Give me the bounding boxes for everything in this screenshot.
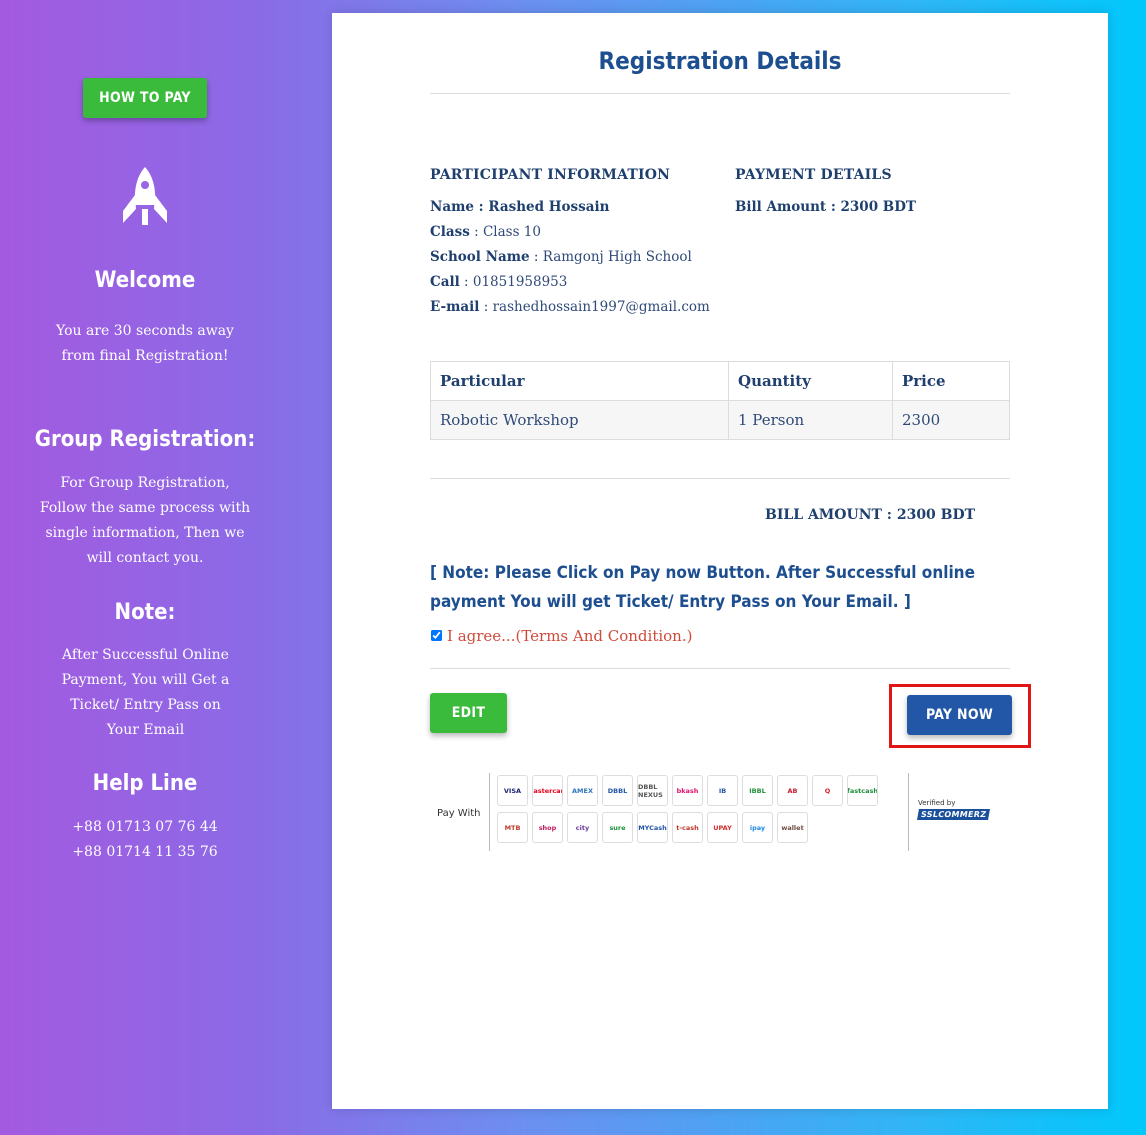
- edit-button[interactable]: EDIT: [430, 693, 507, 733]
- verified-by: Verified by SSLCOMMERZ: [917, 799, 991, 820]
- payment-logo-fastcash: fastcash: [847, 775, 878, 806]
- payment-logo-amex: AMEX: [567, 775, 598, 806]
- table-cell: Robotic Workshop: [430, 400, 729, 440]
- divider: [430, 93, 1010, 94]
- bill-amount: Bill Amount : 2300 BDT: [735, 199, 916, 215]
- payment-note: [ Note: Please Click on Pay now Button. …: [430, 563, 975, 612]
- group-registration-heading: Group Registration:: [34, 427, 256, 452]
- class-label: Class: [430, 224, 470, 240]
- payment-info: Bill Amount : 2300 BDT: [735, 195, 916, 220]
- payment-logo-mycash: MYCash: [637, 812, 668, 843]
- welcome-text: You are 30 seconds away from final Regis…: [56, 323, 234, 364]
- payment-logo-dbbl: DBBL: [602, 775, 633, 806]
- school-label: School Name: [430, 249, 530, 265]
- divider: [489, 773, 490, 851]
- payment-logo-mtb: MTB: [497, 812, 528, 843]
- verified-by-label: Verified by: [918, 799, 956, 807]
- payment-logo-city: city: [567, 812, 598, 843]
- participant-info: Name : Rashed Hossain Class : Class 10 S…: [430, 195, 710, 320]
- welcome-heading: Welcome: [94, 268, 196, 293]
- payment-logo-ib: IB: [707, 775, 738, 806]
- payment-logo-dbbl-nexus: DBBL NEXUS: [637, 775, 668, 806]
- items-table: Particular Quantity Price Robotic Worksh…: [430, 361, 1010, 440]
- payment-logo-mastercard: mastercard: [532, 775, 563, 806]
- rocket-icon: [123, 167, 167, 225]
- email-value: : rashedhossain1997@gmail.com: [479, 299, 710, 315]
- group-registration-text: For Group Registration, Follow the same …: [39, 475, 251, 566]
- phone-number-1: +88 01713 07 76 44: [72, 819, 218, 835]
- divider: [908, 773, 909, 851]
- table-cell: 1 Person: [728, 400, 893, 440]
- payment-logo-q: Q: [812, 775, 843, 806]
- note-heading: Note:: [114, 600, 176, 625]
- table-header-row: Particular Quantity Price: [430, 361, 1010, 401]
- pay-now-highlight: PAY NOW: [889, 684, 1031, 748]
- agree-checkbox[interactable]: [430, 629, 443, 642]
- payment-logo-ipay: ipay: [742, 812, 773, 843]
- payment-logo-shop: shop: [532, 812, 563, 843]
- column-header: Quantity: [728, 361, 893, 401]
- payment-logo-ab: AB: [777, 775, 808, 806]
- payment-logo-wallet: wallet: [777, 812, 808, 843]
- payment-logo-upay: UPAY: [707, 812, 738, 843]
- help-line-heading: Help Line: [92, 771, 198, 796]
- participant-name: Name : Rashed Hossain: [430, 199, 610, 215]
- payment-logo-visa: VISA: [497, 775, 528, 806]
- participant-heading: PARTICIPANT INFORMATION: [430, 167, 671, 183]
- class-value: : Class 10: [469, 224, 541, 240]
- payment-logos: VISAmastercardAMEXDBBLDBBL NEXUSbkashIBI…: [497, 775, 905, 849]
- payment-logo-sure: sure: [602, 812, 633, 843]
- email-label: E-mail: [430, 299, 480, 315]
- payment-heading: PAYMENT DETAILS: [735, 167, 892, 183]
- note-text: After Successful Online Payment, You wil…: [61, 647, 230, 738]
- payment-logo-t-cash: t-cash: [672, 812, 703, 843]
- table-cell: 2300: [892, 400, 1010, 440]
- school-value: : Ramgonj High School: [529, 249, 692, 265]
- divider: [430, 668, 1010, 669]
- agree-label[interactable]: I agree...(Terms And Condition.): [447, 627, 692, 645]
- call-value: : 01851958953: [459, 274, 568, 290]
- table-row: Robotic Workshop 1 Person 2300: [430, 400, 1010, 440]
- divider: [430, 478, 1010, 479]
- page-title: Registration Details: [598, 47, 842, 75]
- registration-card: Registration Details PARTICIPANT INFORMA…: [332, 13, 1108, 1109]
- sslcommerz-logo: SSLCOMMERZ: [917, 809, 991, 820]
- pay-with-label: Pay With: [437, 808, 481, 819]
- agree-terms[interactable]: I agree...(Terms And Condition.): [430, 627, 692, 645]
- payment-logo-ibbl: IBBL: [742, 775, 773, 806]
- column-header: Particular: [430, 361, 729, 401]
- column-header: Price: [892, 361, 1010, 401]
- how-to-pay-button[interactable]: HOW TO PAY: [83, 78, 207, 118]
- phone-number-2: +88 01714 11 35 76: [72, 844, 218, 860]
- pay-now-button[interactable]: PAY NOW: [907, 695, 1012, 735]
- call-label: Call: [430, 274, 460, 290]
- bill-total: BILL AMOUNT : 2300 BDT: [765, 507, 976, 523]
- payment-logo-bkash: bkash: [672, 775, 703, 806]
